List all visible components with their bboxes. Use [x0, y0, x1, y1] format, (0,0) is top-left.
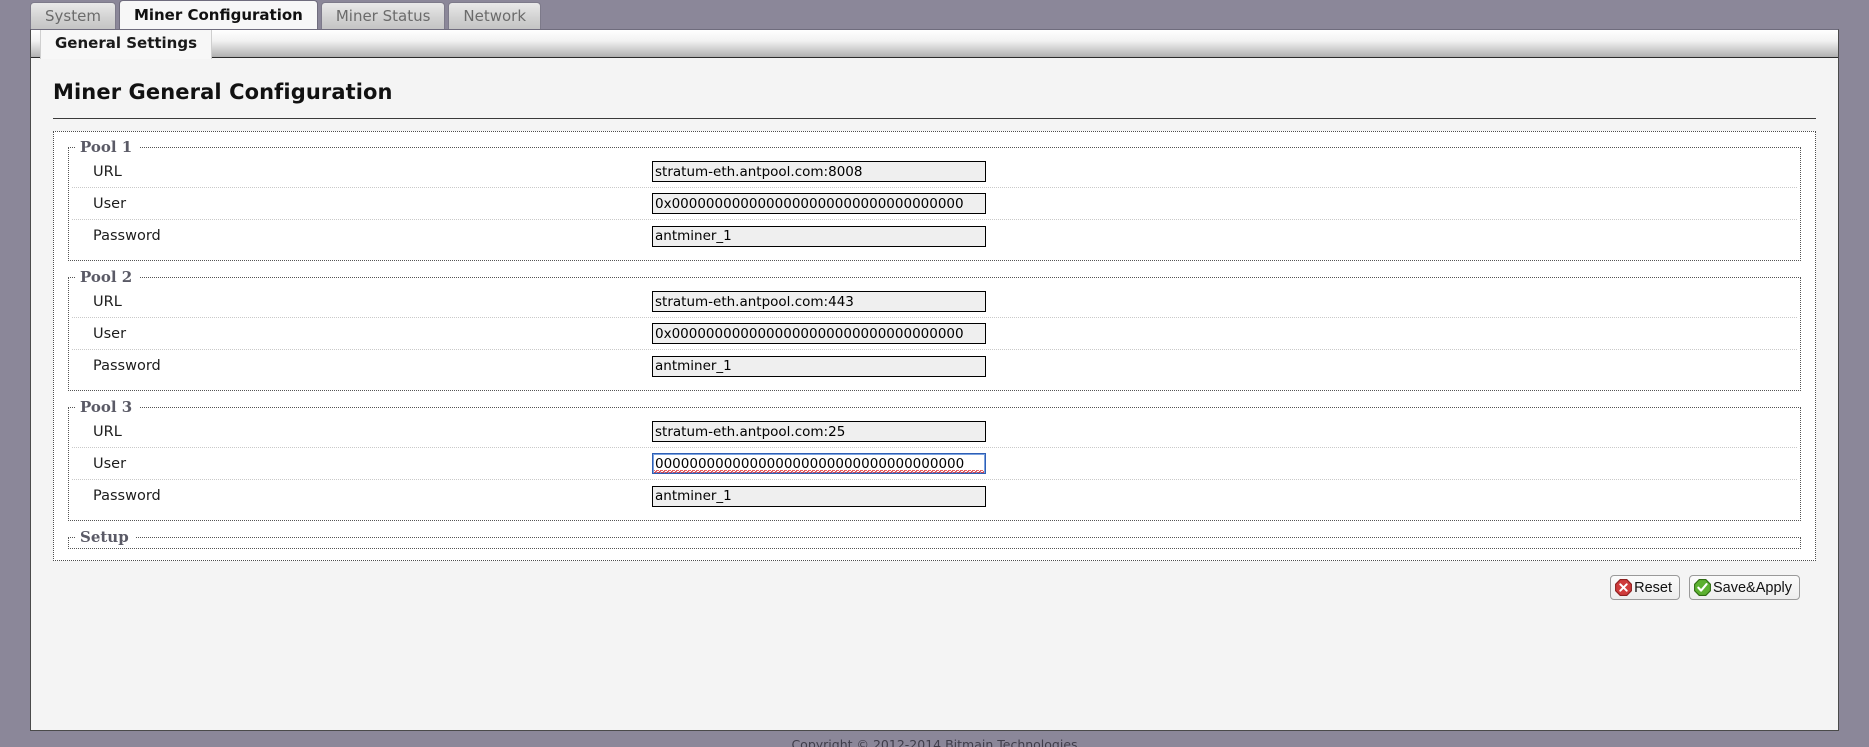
- configuration-form: Pool 1 URL User Password Pool 2 URL User Passwo…: [53, 131, 1816, 561]
- field-label: User: [93, 325, 127, 342]
- apply-icon: [1694, 579, 1711, 596]
- input-holder: [652, 193, 986, 215]
- section-legend: Pool 2: [80, 268, 133, 286]
- section-setup: Setup: [68, 528, 1801, 549]
- field-label: URL: [93, 293, 122, 310]
- tab-miner-status[interactable]: Miner Status: [320, 2, 446, 30]
- pool-1-url-input[interactable]: [652, 161, 986, 183]
- pool-2-user-input[interactable]: [652, 323, 986, 345]
- page-content: Miner General Configuration Pool 1 URL Use…: [31, 80, 1838, 600]
- tab-network[interactable]: Network: [448, 2, 542, 30]
- section-pool-1: Pool 1 URL User Password: [68, 138, 1801, 261]
- tab-miner-configuration[interactable]: Miner Configuration: [118, 0, 318, 30]
- reset-button[interactable]: Reset: [1610, 575, 1680, 600]
- field-label: Password: [93, 488, 161, 504]
- form-row: URL: [72, 416, 1797, 448]
- section-pool-3: Pool 3 URL User Password: [68, 398, 1801, 521]
- field-label: URL: [93, 163, 122, 180]
- section-legend: Pool 3: [80, 398, 133, 416]
- save-apply-button[interactable]: Save&Apply: [1689, 575, 1800, 600]
- footer-copyright: Copyright © 2012-2014 Bitmain Technologi…: [0, 731, 1869, 747]
- input-holder: [652, 421, 986, 443]
- input-holder: [652, 453, 986, 475]
- field-wrapper: [652, 355, 986, 377]
- input-holder: [652, 161, 986, 183]
- section-legend: Pool 1: [80, 138, 133, 156]
- reset-button-label: Reset: [1634, 579, 1672, 596]
- save-apply-button-label: Save&Apply: [1713, 579, 1792, 596]
- form-row: Password: [72, 480, 1797, 512]
- form-row: URL: [72, 286, 1797, 318]
- form-row: User: [72, 448, 1797, 480]
- field-label: Password: [93, 228, 161, 244]
- field-wrapper: [652, 161, 986, 183]
- field-label: User: [93, 195, 127, 212]
- section-legend: Setup: [80, 528, 129, 546]
- input-holder: [652, 323, 986, 345]
- reset-icon: [1615, 579, 1633, 596]
- pool-3-user-input[interactable]: [652, 453, 986, 475]
- field-label: Password: [93, 358, 161, 374]
- subtab-general-settings[interactable]: General Settings: [40, 30, 213, 59]
- footer-copyright-text: Copyright © 2012-2014 Bitmain Technologi…: [791, 737, 1078, 747]
- page-frame: General Settings Miner General Configura…: [30, 29, 1839, 731]
- form-actions: Reset Save&Apply: [53, 561, 1816, 600]
- input-holder: [652, 291, 986, 313]
- input-holder: [652, 355, 986, 377]
- field-wrapper: [652, 225, 986, 247]
- field-wrapper: [652, 421, 986, 443]
- pool-3-url-input[interactable]: [652, 421, 986, 443]
- section-pool-2: Pool 2 URL User Password: [68, 268, 1801, 391]
- field-wrapper: [652, 323, 986, 345]
- field-label: User: [93, 455, 127, 472]
- pool-3-password-input[interactable]: [652, 485, 986, 507]
- input-holder: [652, 225, 986, 247]
- form-row: Password: [72, 350, 1797, 382]
- pool-2-url-input[interactable]: [652, 291, 986, 313]
- field-wrapper: [652, 485, 986, 507]
- field-wrapper: [652, 193, 986, 215]
- field-label: URL: [93, 423, 122, 440]
- tab-system[interactable]: System: [30, 2, 116, 30]
- pool-2-password-input[interactable]: [652, 355, 986, 377]
- field-wrapper: [652, 453, 986, 475]
- field-wrapper: [652, 291, 986, 313]
- form-row: User: [72, 188, 1797, 220]
- pool-1-password-input[interactable]: [652, 225, 986, 247]
- page-title: Miner General Configuration: [53, 80, 1816, 119]
- sub-tab-bar: General Settings: [31, 30, 1838, 59]
- main-tab-bar: System Miner Configuration Miner Status Net…: [0, 0, 1869, 30]
- form-row: Password: [72, 220, 1797, 252]
- input-holder: [652, 485, 986, 507]
- form-row: URL: [72, 156, 1797, 188]
- pool-1-user-input[interactable]: [652, 193, 986, 215]
- form-row: User: [72, 318, 1797, 350]
